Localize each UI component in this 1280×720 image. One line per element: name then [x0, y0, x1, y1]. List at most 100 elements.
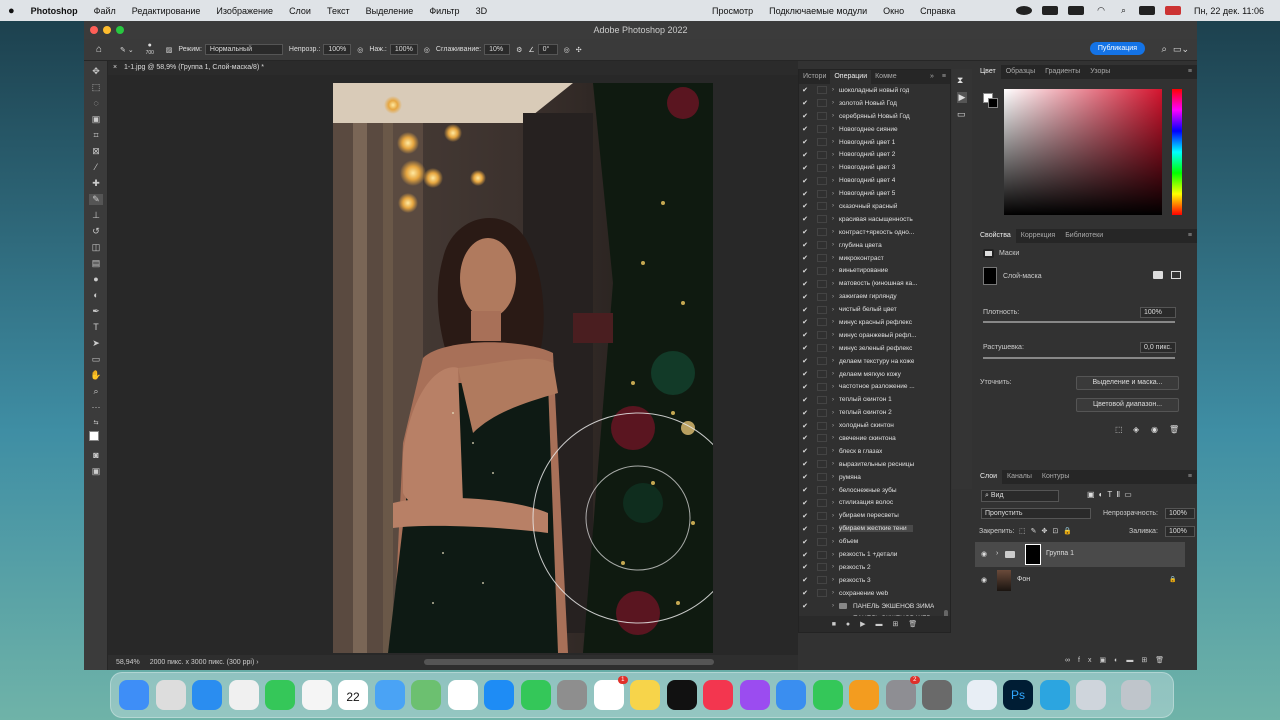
action-item[interactable]: ✔ › глубина цвета — [799, 239, 950, 252]
close-button[interactable] — [90, 26, 98, 34]
dialog-toggle[interactable] — [817, 576, 827, 585]
keynote-icon[interactable] — [776, 680, 806, 710]
vector-mask-icon[interactable] — [1171, 271, 1181, 279]
photos-icon[interactable] — [447, 680, 478, 710]
expand-chevron-icon[interactable]: › — [829, 332, 837, 338]
layer-opacity-input[interactable]: 100% — [1165, 508, 1195, 519]
menubar-clock[interactable]: Пн, 22 дек. 11:06 — [1186, 6, 1272, 16]
action-checkbox[interactable]: ✔ — [799, 318, 811, 326]
expand-chevron-icon[interactable]: › — [829, 203, 837, 209]
dialog-toggle[interactable] — [817, 370, 827, 379]
flag-icon[interactable] — [1164, 6, 1181, 15]
tab-actions[interactable]: Операции — [830, 70, 872, 84]
photoshop-icon[interactable]: Ps — [1003, 680, 1033, 710]
document-tab[interactable]: × 1-1.jpg @ 58,9% (Группа 1, Слой-маска/… — [108, 61, 798, 75]
action-checkbox[interactable]: ✔ — [799, 499, 811, 507]
dialog-toggle[interactable] — [817, 176, 827, 185]
adjustment-icon[interactable]: ◐ — [1114, 657, 1126, 664]
action-item[interactable]: ✔ › золотой Новый Год — [799, 97, 950, 110]
dialog-toggle[interactable] — [817, 434, 827, 443]
action-checkbox[interactable]: ✔ — [799, 447, 811, 455]
color-picker-field[interactable] — [1004, 89, 1162, 215]
reminders-icon[interactable]: 1 — [593, 676, 628, 710]
home-icon[interactable]: ⌂ — [96, 44, 102, 55]
action-checkbox[interactable]: ✔ — [799, 409, 811, 417]
action-item[interactable]: ✔ › блеск в глазах — [799, 445, 950, 458]
actions-panel-icon[interactable]: ▶ — [957, 92, 967, 103]
canvas-area[interactable] — [108, 75, 798, 655]
dialog-toggle[interactable] — [817, 86, 827, 95]
action-checkbox[interactable]: ✔ — [799, 125, 811, 133]
photo-canvas[interactable] — [333, 83, 713, 653]
action-item[interactable]: ✔ › резкость 2 — [799, 561, 950, 574]
expand-chevron-icon[interactable]: › — [829, 255, 837, 261]
quick-mask-icon[interactable]: ◙ — [89, 450, 103, 461]
yandex-icon[interactable] — [228, 680, 259, 710]
tab-layers[interactable]: Слои — [975, 470, 1003, 484]
menu-window[interactable]: Окно — [875, 6, 912, 16]
expand-chevron-icon[interactable]: › — [829, 371, 837, 377]
action-set[interactable]: ✔ › ПАНЕЛЬ ЭКШЕНОВ ЗИМА — [799, 600, 950, 613]
expand-chevron-icon[interactable]: › — [829, 358, 837, 364]
dialog-toggle[interactable] — [817, 473, 827, 482]
expand-chevron-icon[interactable]: › — [829, 564, 837, 570]
publish-button[interactable]: Публикация — [1089, 42, 1145, 55]
action-item[interactable]: ✔ › красивая насыщенность — [799, 213, 950, 226]
link-layers-icon[interactable]: ∞ — [1065, 657, 1078, 664]
dialog-toggle[interactable] — [817, 305, 827, 314]
feather-input[interactable]: 0,0 пикс. — [1140, 342, 1176, 353]
action-item[interactable]: ✔ › зажигаем гирлянду — [799, 290, 950, 303]
brush-settings-icon[interactable]: ▨ — [166, 46, 173, 54]
action-checkbox[interactable]: ✔ — [799, 228, 811, 236]
symmetry-icon[interactable]: ✣ — [576, 46, 582, 54]
action-item[interactable]: ✔ › шоколадный новый год — [799, 84, 950, 97]
brush-tool-icon[interactable]: ✎ — [89, 194, 103, 205]
crop-tool-icon[interactable]: ⌗ — [89, 130, 103, 141]
expand-chevron-icon[interactable]: › — [829, 126, 837, 132]
battery-icon[interactable] — [1068, 6, 1085, 15]
action-item[interactable]: ✔ › частотное разложение ... — [799, 380, 950, 393]
expand-chevron-icon[interactable]: › — [829, 448, 837, 454]
menu-type[interactable]: Текст — [319, 6, 358, 16]
dialog-toggle[interactable] — [817, 498, 827, 507]
tab-libraries[interactable]: Библиотеки — [1060, 229, 1108, 243]
load-selection-icon[interactable]: ⬚ — [1115, 425, 1123, 434]
dialog-toggle[interactable] — [817, 537, 827, 546]
action-checkbox[interactable]: ✔ — [799, 267, 811, 275]
calendar-icon[interactable]: 22 — [338, 680, 368, 710]
action-item[interactable]: ✔ › серебряный Новый Год — [799, 110, 950, 123]
dialog-toggle[interactable] — [817, 395, 827, 404]
diskutility-icon[interactable] — [1076, 680, 1106, 710]
layer-filter-icons[interactable]: ▣◐TⅡ▭ — [1087, 490, 1136, 499]
dialog-toggle[interactable] — [817, 318, 827, 327]
action-checkbox[interactable]: ✔ — [799, 383, 811, 391]
action-checkbox[interactable]: ✔ — [799, 602, 811, 610]
action-item[interactable]: ✔ › свечение скинтона — [799, 432, 950, 445]
action-item[interactable]: ✔ › контраст+яркость одно... — [799, 226, 950, 239]
menu-select[interactable]: Выделение — [358, 6, 422, 16]
action-item[interactable]: ✔ › объем — [799, 535, 950, 548]
tab-channels[interactable]: Каналы — [1002, 470, 1037, 484]
shape-tool-icon[interactable]: ▭ — [89, 354, 103, 365]
expand-chevron-icon[interactable]: › — [829, 178, 837, 184]
dialog-toggle[interactable] — [817, 279, 827, 288]
expand-chevron-icon[interactable]: › — [829, 268, 837, 274]
action-checkbox[interactable]: ✔ — [799, 396, 811, 404]
brush-tool-icon[interactable]: ✎ ⌄ — [120, 46, 134, 54]
new-group-icon[interactable]: ▬ — [1126, 657, 1141, 664]
telegram-icon[interactable] — [1039, 680, 1070, 710]
angle-input[interactable]: 0° — [537, 44, 558, 55]
action-checkbox[interactable]: ✔ — [799, 357, 811, 365]
action-checkbox[interactable]: ✔ — [799, 112, 811, 120]
play-icon[interactable]: ▶ — [860, 620, 865, 628]
action-checkbox[interactable]: ✔ — [799, 202, 811, 210]
expand-chevron-icon[interactable]: › — [829, 590, 837, 596]
blur-tool-icon[interactable]: ● — [89, 274, 103, 285]
action-checkbox[interactable]: ✔ — [799, 525, 811, 533]
expand-chevron-icon[interactable]: › — [829, 423, 837, 429]
action-item[interactable]: ✔ › убираем жесткие тени — [799, 522, 950, 535]
dialog-toggle[interactable] — [817, 215, 827, 224]
chrome-icon[interactable] — [301, 680, 332, 710]
action-checkbox[interactable]: ✔ — [799, 589, 811, 597]
dialog-toggle[interactable] — [817, 202, 827, 211]
